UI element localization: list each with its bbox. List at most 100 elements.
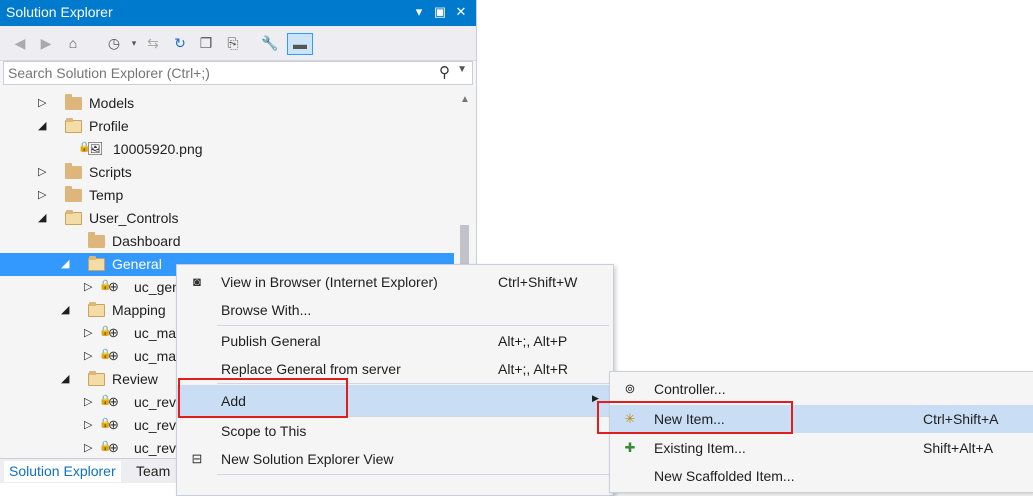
pin-icon[interactable]: ▬ — [287, 33, 313, 55]
expand-arrow-icon[interactable]: ▷ — [38, 96, 46, 109]
new-item-callout-box — [597, 401, 793, 434]
menu-item-view-in-browser[interactable]: ◙ View in Browser (Internet Explorer) Ct… — [177, 268, 613, 296]
menu-item-label: Browse With... — [221, 302, 312, 318]
folder-icon — [65, 163, 82, 179]
user-control-icon: ⊕ — [108, 279, 119, 294]
search-icon[interactable]: ⚲ — [439, 63, 450, 81]
back-icon[interactable]: ◀ — [10, 33, 30, 53]
menu-item-shortcut: Alt+;, Alt+P — [498, 333, 568, 349]
collapse-arrow-icon[interactable]: ◢ — [61, 257, 69, 270]
expand-arrow-icon[interactable]: ▷ — [84, 280, 92, 293]
user-control-icon: ⊕ — [108, 325, 119, 340]
tree-item-label: Review — [112, 371, 158, 387]
tree-item-label: Profile — [89, 118, 129, 134]
expand-arrow-icon[interactable]: ▷ — [84, 395, 92, 408]
user-control-icon: ⊕ — [108, 417, 119, 432]
tab-team[interactable]: Team — [131, 461, 175, 482]
wrench-icon[interactable]: 🔧 — [260, 33, 280, 53]
window-position-dropdown-icon[interactable]: ▾ — [410, 3, 428, 21]
tree-item-label: uc_rev — [134, 417, 177, 433]
forward-icon[interactable]: ▶ — [36, 33, 56, 53]
menu-item-shortcut: Alt+;, Alt+R — [498, 361, 569, 377]
tree-item-label: General — [112, 256, 162, 272]
user-control-icon: ⊕ — [108, 348, 119, 363]
image-file-icon: 🖼 — [87, 141, 104, 156]
new-view-icon: ⊟ — [191, 451, 203, 466]
tree-item-label: Scripts — [89, 164, 132, 180]
controller-icon: ⊚ — [624, 381, 636, 396]
folder-icon — [65, 94, 82, 110]
submenu-item-controller[interactable]: ⊚ Controller... — [610, 375, 1033, 403]
submenu-item-new-scaffolded-item[interactable]: New Scaffolded Item... — [610, 462, 1033, 490]
tree-item-label: uc_rev — [134, 440, 177, 456]
open-folder-icon — [88, 371, 105, 386]
browser-icon: ◙ — [193, 274, 201, 289]
tree-item-label: uc_ma — [134, 348, 177, 364]
open-folder-icon — [88, 256, 105, 271]
tab-solution-explorer[interactable]: Solution Explorer — [4, 461, 121, 482]
scroll-thumb[interactable] — [460, 225, 469, 265]
collapse-arrow-icon[interactable]: ◢ — [61, 303, 69, 316]
tree-item-label: uc_rev — [134, 394, 177, 410]
tree-item-scripts[interactable]: ▷ Scripts — [0, 161, 454, 184]
tree-item-label: Temp — [89, 187, 124, 203]
maximize-icon[interactable]: ▣ — [431, 3, 449, 21]
expand-arrow-icon[interactable]: ▷ — [84, 349, 92, 362]
tree-item-user-controls[interactable]: ◢ User_Controls — [0, 207, 454, 230]
collapse-icon[interactable]: ❐ — [196, 33, 216, 53]
open-folder-icon — [65, 210, 82, 225]
history-dropdown-icon[interactable]: ▾ — [124, 33, 144, 53]
tree-item-label: 10005920.png — [113, 141, 203, 157]
menu-item-label: New Solution Explorer View — [221, 451, 394, 467]
scroll-up-icon[interactable]: ▲ — [460, 94, 470, 105]
toolbar: ◀ ▶ ⌂ ◷ ▾ ⇆ ↻ ❐ ⎘ 🔧 ▬ — [0, 26, 476, 61]
menu-item-scope-to-this[interactable]: Scope to This — [177, 417, 613, 445]
search-input[interactable] — [8, 64, 428, 82]
tree-item-profile[interactable]: ◢ Profile — [0, 115, 454, 138]
tree-item-label: uc_gen — [134, 279, 180, 295]
search-box[interactable]: ⚲ ▼ — [3, 61, 473, 85]
panel-title-bar: Solution Explorer ▾ ▣ ✕ — [0, 0, 476, 26]
menu-item-label: Controller... — [654, 381, 726, 397]
menu-item-browse-with[interactable]: Browse With... — [177, 296, 613, 324]
menu-item-new-solution-explorer-view[interactable]: ⊟ New Solution Explorer View — [177, 445, 613, 473]
menu-item-label: Publish General — [221, 333, 321, 349]
history-icon[interactable]: ◷ — [104, 33, 124, 53]
copy-icon[interactable]: ⎘ — [223, 33, 243, 53]
menu-item-shortcut: Shift+Alt+A — [923, 440, 994, 456]
sync-icon[interactable]: ⇆ — [143, 33, 163, 53]
existing-item-icon: ✚ — [624, 440, 636, 455]
home-icon[interactable]: ⌂ — [63, 33, 83, 53]
menu-item-label: Replace General from server — [221, 361, 401, 377]
panel-title: Solution Explorer — [6, 4, 113, 20]
expand-arrow-icon[interactable]: ▷ — [38, 188, 46, 201]
expand-arrow-icon[interactable]: ▷ — [84, 441, 92, 454]
user-control-icon: ⊕ — [108, 440, 119, 455]
menu-item-shortcut: Ctrl+Shift+A — [923, 411, 999, 427]
menu-item-publish[interactable]: Publish General Alt+;, Alt+P — [177, 327, 613, 355]
tree-item-image-file[interactable]: 🔒 🖼 10005920.png — [0, 138, 454, 161]
menu-item-label: Existing Item... — [654, 440, 746, 456]
menu-item-shortcut: Ctrl+Shift+W — [498, 274, 578, 290]
menu-separator — [217, 474, 609, 475]
search-dropdown-icon[interactable]: ▼ — [457, 64, 467, 75]
collapse-arrow-icon[interactable]: ◢ — [61, 372, 69, 385]
tree-item-label: User_Controls — [89, 210, 179, 226]
refresh-icon[interactable]: ↻ — [170, 33, 190, 53]
expand-arrow-icon[interactable]: ▷ — [38, 165, 46, 178]
collapse-arrow-icon[interactable]: ◢ — [38, 119, 46, 132]
add-callout-box — [178, 378, 348, 418]
close-icon[interactable]: ✕ — [452, 3, 470, 21]
menu-separator — [217, 325, 609, 326]
open-folder-icon — [88, 302, 105, 317]
submenu-item-existing-item[interactable]: ✚ Existing Item... Shift+Alt+A — [610, 434, 1033, 462]
expand-arrow-icon[interactable]: ▷ — [84, 326, 92, 339]
tree-item-temp[interactable]: ▷ Temp — [0, 184, 454, 207]
collapse-arrow-icon[interactable]: ◢ — [38, 211, 46, 224]
tree-item-label: Models — [89, 95, 135, 111]
expand-arrow-icon[interactable]: ▷ — [84, 418, 92, 431]
tree-item-dashboard[interactable]: Dashboard — [0, 230, 454, 253]
tree-item-label: Dashboard — [112, 233, 181, 249]
tree-item-label: Mapping — [112, 302, 166, 318]
tree-item-models[interactable]: ▷ Models — [0, 92, 454, 115]
